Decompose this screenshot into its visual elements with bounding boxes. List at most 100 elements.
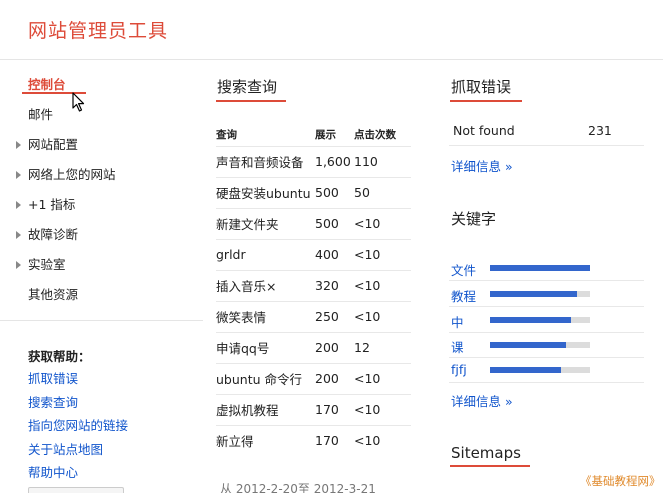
- clicks-cell: 110: [354, 145, 411, 177]
- sidebar-item-plus-one-metrics[interactable]: +1 指标: [0, 190, 203, 220]
- query-cell[interactable]: 微笑表情: [216, 300, 315, 332]
- impressions-cell: 250: [315, 300, 354, 332]
- sidebar-divider: [0, 320, 203, 321]
- crawl-errors-title[interactable]: 抓取错误: [450, 76, 522, 102]
- clicks-cell: 50: [354, 176, 411, 208]
- sidebar-item-label: 网络上您的网站: [28, 167, 116, 182]
- search-queries-title[interactable]: 搜索查询: [216, 76, 286, 102]
- clicks-cell: <10: [354, 393, 411, 425]
- table-row[interactable]: 新建文件夹 500 <10: [216, 207, 411, 239]
- crawl-errors-more-link[interactable]: 详细信息 »: [451, 156, 513, 175]
- clicks-cell: 12: [354, 331, 411, 363]
- keyword-label[interactable]: 中: [451, 312, 464, 331]
- section-title-label: Sitemaps: [451, 444, 521, 462]
- app-title[interactable]: 网站管理员工具: [28, 16, 168, 43]
- keyword-bar-track: [490, 367, 590, 373]
- table-header-row: 查询 展示 点击次数: [216, 124, 411, 146]
- section-title-label: 关键字: [451, 210, 497, 228]
- keyword-bar-fill: [490, 291, 577, 297]
- keyword-row[interactable]: 中: [449, 307, 644, 333]
- sidebar-item-label: 控制台: [28, 77, 66, 92]
- table-row[interactable]: 插入音乐× 320 <10: [216, 269, 411, 301]
- column-header-clicks: 点击次数: [354, 129, 396, 142]
- clicks-cell: <10: [354, 207, 411, 239]
- impressions-cell: 200: [315, 331, 354, 363]
- sidebar-item-label: +1 指标: [28, 197, 76, 212]
- sidebar-item-your-site-on-the-web[interactable]: 网络上您的网站: [0, 160, 203, 190]
- table-row[interactable]: 硬盘安装ubuntu 500 50: [216, 176, 411, 208]
- help-link-links-to-your-site[interactable]: 指向您网站的链接: [28, 415, 128, 439]
- table-row[interactable]: ubuntu 命令行 200 <10: [216, 362, 411, 394]
- sidebar-item-label: 实验室: [28, 257, 66, 272]
- sidebar-item-other-resources[interactable]: 其他资源: [0, 280, 203, 310]
- help-title: 获取帮助：: [28, 349, 91, 364]
- query-cell[interactable]: 新建文件夹: [216, 207, 315, 239]
- clicks-cell: <10: [354, 362, 411, 394]
- keyword-label[interactable]: 文件: [451, 260, 476, 279]
- impressions-cell: 500: [315, 207, 354, 239]
- sidebar-item-messages[interactable]: 邮件: [0, 100, 203, 130]
- help-section: 获取帮助： 抓取错误 搜索查询 指向您网站的链接 关于站点地图 帮助中心: [28, 346, 128, 486]
- clicks-cell: <10: [354, 300, 411, 332]
- help-link-crawl-errors[interactable]: 抓取错误: [28, 368, 128, 392]
- expand-triangle-icon[interactable]: [16, 201, 21, 209]
- keyword-label[interactable]: 课: [451, 337, 464, 356]
- crawl-error-count: 231: [588, 123, 612, 138]
- table-row[interactable]: 微笑表情 250 <10: [216, 300, 411, 332]
- partial-button[interactable]: [28, 487, 124, 493]
- sidebar-item-label: 网站配置: [28, 137, 79, 152]
- sidebar-item-site-configuration[interactable]: 网站配置: [0, 130, 203, 160]
- keywords-more-link[interactable]: 详细信息 »: [451, 391, 513, 410]
- keyword-row[interactable]: 教程: [449, 281, 644, 307]
- section-title-label: 搜索查询: [217, 78, 278, 96]
- sidebar-item-label: 其他资源: [28, 287, 79, 302]
- clicks-cell: <10: [354, 424, 411, 456]
- expand-triangle-icon[interactable]: [16, 261, 21, 269]
- help-link-search-queries[interactable]: 搜索查询: [28, 392, 128, 416]
- sidebar-item-dashboard[interactable]: 控制台: [0, 70, 203, 100]
- query-cell[interactable]: 虚拟机教程: [216, 393, 315, 425]
- query-cell[interactable]: 新立得: [216, 424, 315, 456]
- query-cell[interactable]: grldr: [216, 238, 315, 270]
- top-bar: 网站管理员工具: [0, 0, 663, 60]
- keyword-row[interactable]: fjfj: [449, 357, 644, 383]
- table-row[interactable]: grldr 400 <10: [216, 238, 411, 270]
- sidebar-item-diagnostics[interactable]: 故障诊断: [0, 220, 203, 250]
- table-row[interactable]: 申请qq号 200 12: [216, 331, 411, 363]
- keyword-bar-track: [490, 317, 590, 323]
- sidebar-item-label: 邮件: [28, 107, 54, 122]
- table-row[interactable]: 声音和音频设备 1,600 110: [216, 145, 411, 177]
- impressions-cell: 320: [315, 269, 354, 301]
- keyword-label[interactable]: 教程: [451, 286, 476, 305]
- help-link-about-sitemaps[interactable]: 关于站点地图: [28, 439, 128, 463]
- keyword-bar-fill: [490, 367, 561, 373]
- expand-triangle-icon[interactable]: [16, 171, 21, 179]
- sitemaps-title[interactable]: Sitemaps: [450, 444, 530, 467]
- help-link-help-center[interactable]: 帮助中心: [28, 462, 128, 486]
- crawl-error-row[interactable]: Not found 231: [449, 116, 644, 146]
- keyword-bar-track: [490, 342, 590, 348]
- watermark: 《基础教程网》: [580, 474, 661, 488]
- query-cell[interactable]: ubuntu 命令行: [216, 362, 315, 394]
- date-range: 从 2012-2-20至 2012-3-21: [220, 482, 376, 493]
- mouse-cursor-icon: [72, 92, 85, 112]
- query-cell[interactable]: 插入音乐×: [216, 269, 315, 301]
- column-header-impressions: 展示: [315, 129, 336, 142]
- query-cell[interactable]: 声音和音频设备: [216, 145, 315, 177]
- keyword-bar-track: [490, 265, 590, 271]
- impressions-cell: 170: [315, 393, 354, 425]
- keyword-bar-track: [490, 291, 590, 297]
- keyword-row[interactable]: 文件: [449, 255, 644, 281]
- query-cell[interactable]: 申请qq号: [216, 331, 315, 363]
- search-queries-table: 查询 展示 点击次数 声音和音频设备 1,600 110 硬盘安装ubuntu …: [216, 124, 411, 456]
- keyword-label[interactable]: fjfj: [451, 362, 467, 377]
- expand-triangle-icon[interactable]: [16, 231, 21, 239]
- impressions-cell: 170: [315, 424, 354, 456]
- keywords-title[interactable]: 关键字: [451, 208, 496, 229]
- table-row[interactable]: 新立得 170 <10: [216, 424, 411, 456]
- sidebar-item-labs[interactable]: 实验室: [0, 250, 203, 280]
- query-cell[interactable]: 硬盘安装ubuntu: [216, 176, 315, 208]
- table-row[interactable]: 虚拟机教程 170 <10: [216, 393, 411, 425]
- keyword-row[interactable]: 课: [449, 332, 644, 358]
- expand-triangle-icon[interactable]: [16, 141, 21, 149]
